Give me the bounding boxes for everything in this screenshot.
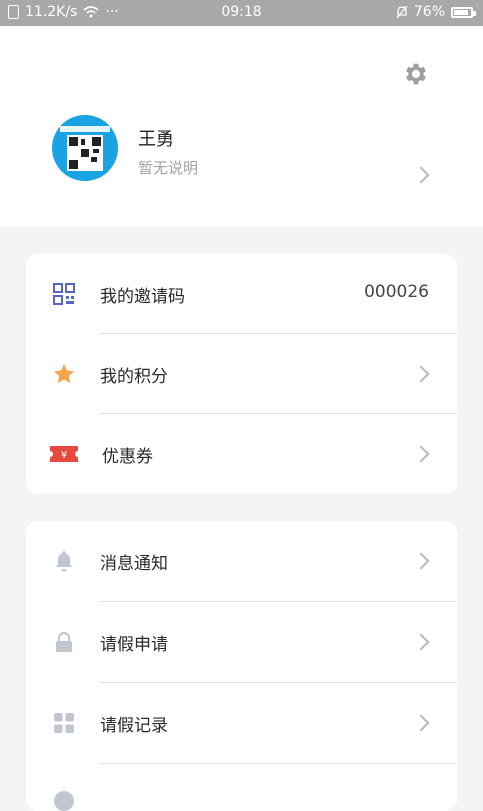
notifications-label: 消息通知 (100, 554, 168, 574)
leave-records-label: 请假记录 (100, 716, 168, 736)
leave-records-chevron-icon (412, 714, 430, 732)
grid-icon (54, 713, 74, 733)
bell-icon (56, 551, 72, 572)
notifications-chevron-icon (412, 552, 430, 570)
leave-card: 消息通知 请假申请 请假记录 (26, 521, 457, 811)
star-icon (54, 364, 74, 383)
partial-next-row-icon (54, 791, 74, 811)
leave-apply-chevron-icon (412, 633, 430, 651)
lock-icon (56, 631, 72, 652)
points-row[interactable]: 我的积分 (26, 334, 457, 414)
svg-text:¥: ¥ (61, 450, 67, 461)
coupon-chevron-icon (412, 445, 430, 463)
invite-code-label: 我的邀请码 (100, 287, 185, 307)
profile-chevron-icon[interactable] (412, 166, 430, 184)
leave-apply-row[interactable]: 请假申请 (26, 602, 457, 682)
invite-code-value: 000026 (364, 282, 429, 302)
qr-code-image (67, 135, 103, 171)
mute-icon (396, 5, 408, 19)
leave-apply-label: 请假申请 (100, 635, 168, 655)
points-label: 我的积分 (100, 367, 168, 387)
profile-description: 暂无说明 (138, 159, 199, 177)
points-chevron-icon (412, 365, 430, 383)
profile-name: 王勇 (138, 129, 174, 150)
coupon-label: 优惠券 (102, 447, 153, 467)
avatar[interactable] (52, 115, 118, 181)
battery-icon (451, 6, 476, 18)
leave-records-row[interactable]: 请假记录 (26, 683, 457, 763)
account-card: 我的邀请码 000026 我的积分 ¥ 优惠券 (26, 254, 457, 494)
invite-code-row[interactable]: 我的邀请码 000026 (26, 254, 457, 334)
status-bar: 11.2K/s ··· 09:18 76% (0, 0, 483, 26)
settings-gear-icon[interactable] (402, 60, 430, 88)
qr-code-icon (53, 283, 75, 305)
coupon-row[interactable]: ¥ 优惠券 (26, 414, 457, 494)
coupon-icon: ¥ (50, 446, 78, 462)
battery-percent: 76% (413, 4, 445, 20)
profile-header: 王勇 暂无说明 (0, 26, 483, 226)
notifications-row[interactable]: 消息通知 (26, 521, 457, 601)
